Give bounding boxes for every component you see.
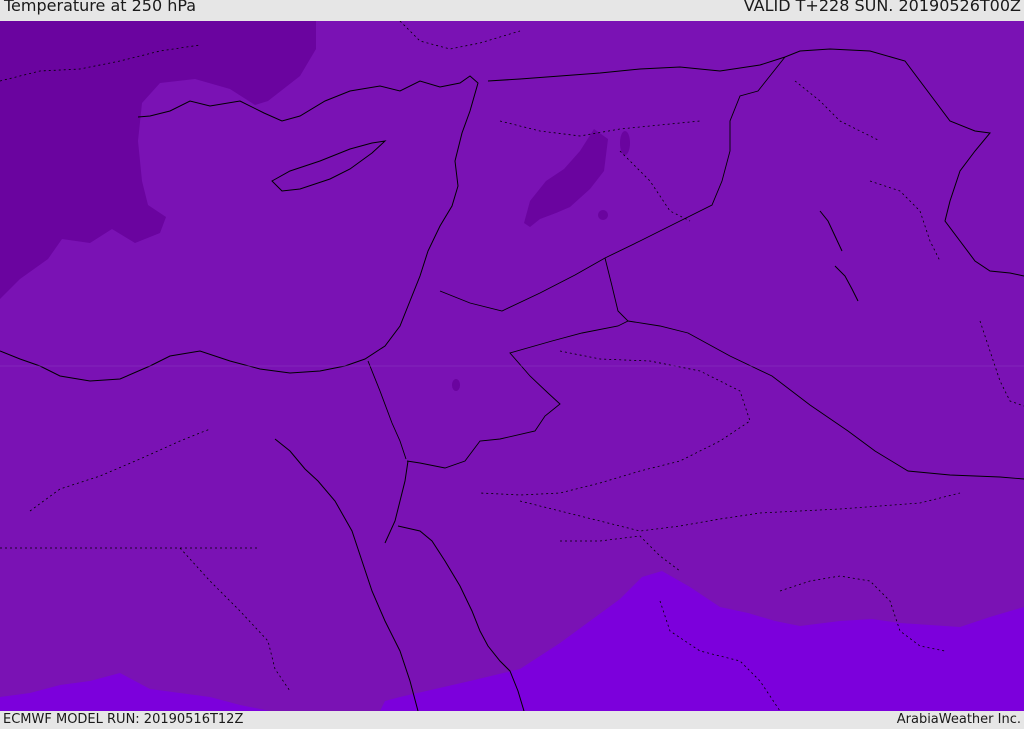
map-title: Temperature at 250 hPa [4, 0, 197, 15]
footer-bar: ECMWF MODEL RUN: 20190516T12Z ArabiaWeat… [0, 711, 1024, 729]
temperature-field-cold-spot-2 [598, 210, 608, 220]
header-bar: Temperature at 250 hPa VALID T+228 SUN. … [0, 0, 1024, 21]
model-run-label: ECMWF MODEL RUN: 20190516T12Z [3, 712, 244, 727]
weather-map[interactable] [0, 21, 1024, 711]
valid-time-label: VALID T+228 SUN. 20190526T00Z [743, 0, 1021, 15]
map-canvas [0, 21, 1024, 711]
credit-label: ArabiaWeather Inc. [896, 712, 1021, 727]
temperature-field-cold-spot-1 [620, 131, 630, 155]
temperature-field-cold-spot-3 [452, 379, 460, 391]
